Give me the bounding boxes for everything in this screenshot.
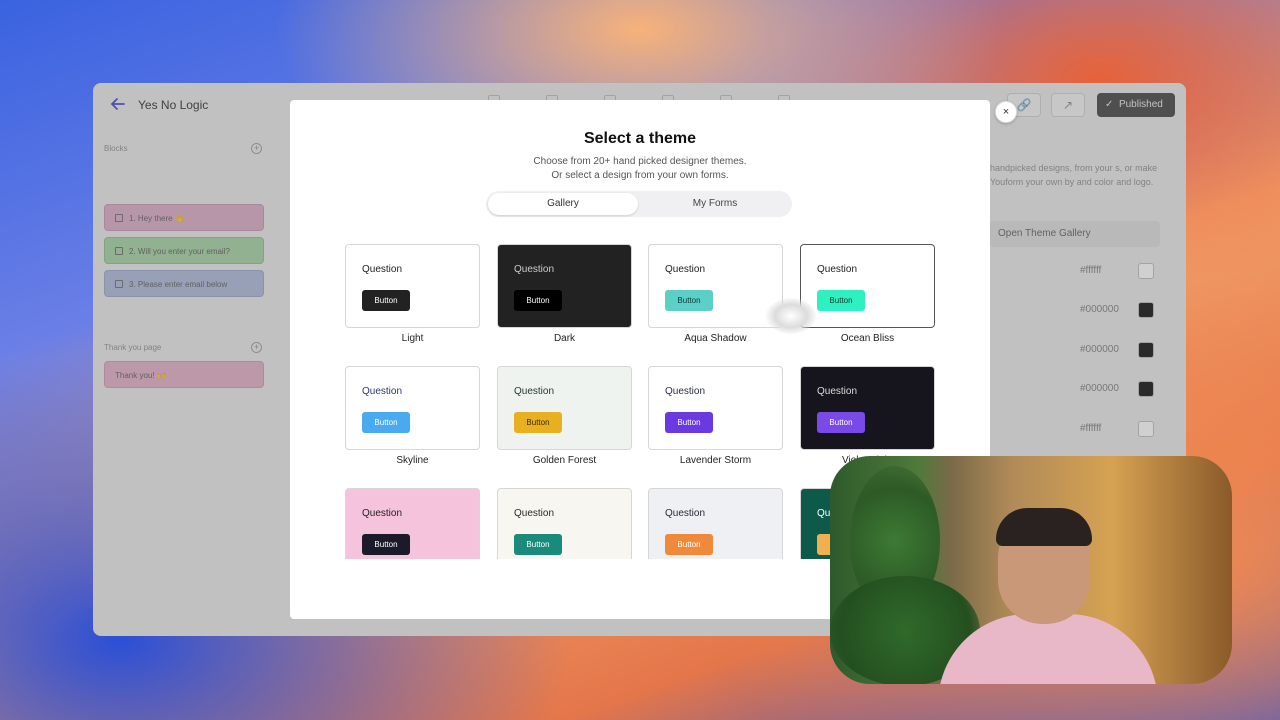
theme-preview[interactable]: Question Button	[345, 488, 480, 559]
webcam-presenter-hair	[996, 508, 1092, 546]
theme-card[interactable]: Question Button Dark	[497, 244, 632, 345]
theme-question-text: Question	[514, 508, 555, 519]
theme-sample-button: Button	[514, 290, 562, 311]
theme-question-text: Question	[514, 386, 555, 397]
theme-question-text: Question	[817, 264, 858, 275]
theme-question-text: Question	[665, 508, 706, 519]
theme-sample-button: Button	[514, 534, 562, 555]
theme-card[interactable]: Question Button Skyline	[345, 366, 480, 467]
theme-name: Aqua Shadow	[684, 333, 747, 344]
theme-card[interactable]: Question Button	[345, 488, 480, 559]
theme-name: Ocean Bliss	[840, 333, 895, 344]
theme-sample-button: Button	[817, 412, 865, 433]
theme-card[interactable]: Question Button Lavender Storm	[648, 366, 783, 467]
theme-question-text: Question	[665, 264, 706, 275]
theme-tabs: Gallery My Forms	[486, 191, 792, 217]
tab-gallery[interactable]: Gallery	[488, 193, 638, 215]
theme-name: Dark	[553, 333, 576, 344]
theme-preview[interactable]: Question Button	[345, 366, 480, 450]
theme-preview[interactable]: Question Button	[497, 244, 632, 328]
close-modal-button[interactable]: ×	[995, 101, 1017, 123]
tab-my-forms[interactable]: My Forms	[640, 193, 790, 215]
theme-card[interactable]: Question Button Light	[345, 244, 480, 345]
theme-preview[interactable]: Question Button	[497, 488, 632, 559]
theme-card[interactable]: Question Button	[648, 488, 783, 559]
theme-question-text: Question	[514, 264, 555, 275]
theme-name: Light	[401, 333, 424, 344]
theme-question-text: Question	[362, 264, 403, 275]
theme-name: Lavender Storm	[679, 455, 752, 466]
theme-card[interactable]: Question Button Aqua Shadow	[648, 244, 783, 345]
modal-subtitle: Choose from 20+ hand picked designer the…	[533, 156, 747, 167]
theme-sample-button: Button	[362, 290, 410, 311]
theme-card[interactable]: Question Button Ocean Bliss	[800, 244, 935, 345]
theme-sample-button: Button	[817, 290, 865, 311]
theme-question-text: Question	[817, 386, 858, 397]
mouse-cursor	[766, 298, 816, 334]
modal-title: Select a theme	[583, 130, 697, 147]
theme-preview[interactable]: Question Button	[648, 488, 783, 559]
theme-sample-button: Button	[362, 412, 410, 433]
theme-preview[interactable]: Question Button	[648, 366, 783, 450]
theme-preview[interactable]: Question Button	[800, 366, 935, 450]
theme-card[interactable]: Question Button	[497, 488, 632, 559]
theme-preview[interactable]: Question Button	[648, 244, 783, 328]
theme-name: Golden Forest	[532, 455, 597, 466]
theme-name: Skyline	[396, 455, 429, 466]
theme-sample-button: Button	[362, 534, 410, 555]
theme-card[interactable]: QuestionButtonViolet Night	[800, 366, 935, 467]
theme-preview[interactable]: Question Button	[345, 244, 480, 328]
theme-sample-button: Button	[514, 412, 562, 433]
theme-sample-button: Button	[665, 412, 713, 433]
theme-sample-button: Button	[665, 534, 713, 555]
theme-preview[interactable]: Question Button	[497, 366, 632, 450]
theme-card[interactable]: Question Button Golden Forest	[497, 366, 632, 467]
theme-question-text: Question	[665, 386, 706, 397]
webcam-overlay	[830, 456, 1232, 684]
theme-sample-button: Button	[665, 290, 713, 311]
modal-subtitle: Or select a design from your own forms.	[551, 170, 729, 181]
theme-question-text: Question	[362, 508, 403, 519]
theme-preview[interactable]: Question Button	[800, 244, 935, 328]
theme-question-text: Question	[362, 386, 403, 397]
